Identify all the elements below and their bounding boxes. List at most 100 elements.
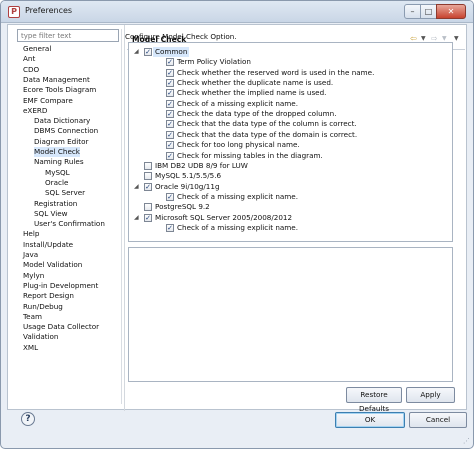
sidebar-item-dbms-connection[interactable]: DBMS Connection — [34, 126, 98, 136]
sidebar-item-mylyn[interactable]: Mylyn — [23, 271, 44, 281]
sidebar-item-sql-view[interactable]: SQL View — [34, 209, 68, 219]
sidebar-item-ant[interactable]: Ant — [23, 54, 35, 64]
sidebar-item-run-debug[interactable]: Run/Debug — [23, 302, 63, 312]
sidebar-item-validation[interactable]: Validation — [23, 332, 59, 342]
tree-checkbox[interactable]: ✓ — [166, 79, 174, 88]
pane-splitter[interactable] — [124, 25, 125, 411]
tree-row-label: Check whether the implied name is used. — [177, 88, 327, 98]
tree-row[interactable]: ◢ ✓ Common — [133, 47, 451, 57]
cancel-button[interactable]: Cancel — [409, 412, 467, 428]
sidebar-item-model-validation[interactable]: Model Validation — [23, 260, 82, 270]
sidebar-item-mysql[interactable]: MySQL — [45, 168, 70, 178]
tree-row-label: Check the data type of the dropped colum… — [177, 109, 337, 119]
sidebar-item-report-design[interactable]: Report Design — [23, 291, 74, 301]
tree-row[interactable]: IBM DB2 UDB 8/9 for LUW — [133, 161, 451, 171]
tree-row[interactable]: ✓ Check for too long physical name. — [133, 140, 451, 150]
sidebar-item-exerd[interactable]: eXERD — [23, 106, 47, 116]
sidebar-item-user-s-confirmation[interactable]: User's Confirmation — [34, 219, 105, 229]
sidebar-item-plug-in-development[interactable]: Plug-in Development — [23, 281, 98, 291]
model-check-tree[interactable]: ◢ ✓ Common ✓ Term Policy Violation ✓ Check whe… — [128, 42, 453, 242]
preferences-window: P Preferences – □ ✕ GeneralAntCDOData Ma… — [0, 0, 474, 449]
tree-row-label: Check of a missing explicit name. — [177, 191, 299, 201]
tree-checkbox[interactable]: ✓ — [166, 130, 174, 139]
tree-checkbox[interactable]: ✓ — [166, 151, 174, 160]
tree-row[interactable]: ✓ Term Policy Violation — [133, 57, 451, 67]
sidebar-item-cdo[interactable]: CDO — [23, 65, 39, 75]
sidebar-item-model-check[interactable]: Model Check — [34, 147, 80, 157]
tree-checkbox[interactable]: ✓ — [166, 192, 174, 201]
tree-checkbox[interactable]: ✓ — [166, 99, 174, 108]
tree-row[interactable]: ✓ Check that the data type of the column … — [133, 119, 451, 129]
tree-row-label: Microsoft SQL Server 2005/2008/2012 — [155, 212, 293, 222]
tree-row-label: Check of a missing explicit name. — [177, 222, 299, 232]
tree-checkbox[interactable] — [144, 161, 152, 170]
tree-row[interactable]: ✓ Check whether the duplicate name is use… — [133, 78, 451, 88]
sidebar-item-java[interactable]: Java — [23, 250, 38, 260]
minimize-button[interactable]: – — [404, 4, 421, 19]
tree-row-label: Term Policy Violation — [177, 57, 251, 67]
tree-row[interactable]: ◢ ✓ Microsoft SQL Server 2005/2008/2012 — [133, 213, 451, 223]
page-description: Configure Model Check Option. — [125, 32, 237, 41]
tree-row[interactable]: PostgreSQL 9.2 — [133, 202, 451, 212]
sidebar-item-naming-rules[interactable]: Naming Rules — [34, 157, 84, 167]
tree-checkbox[interactable]: ✓ — [166, 141, 174, 150]
tree-row-label: Common — [153, 47, 190, 57]
tree-checkbox[interactable]: ✓ — [166, 58, 174, 67]
resize-grip-icon[interactable]: ⋰ — [463, 437, 470, 445]
sidebar-scroll-track[interactable] — [121, 29, 122, 404]
tree-row[interactable]: ✓ Check the data type of the dropped colu… — [133, 109, 451, 119]
tree-row[interactable]: ✓ Check whether the reserved word is used… — [133, 68, 451, 78]
sidebar-item-data-management[interactable]: Data Management — [23, 75, 90, 85]
tree-row-label: Check for missing tables in the diagram. — [177, 150, 323, 160]
view-menu-icon[interactable]: ▼ — [454, 34, 459, 43]
tree-row[interactable]: ✓ Check of a missing explicit name. — [133, 192, 451, 202]
details-area — [128, 247, 453, 382]
tree-checkbox[interactable] — [144, 203, 152, 212]
tree-row-label: PostgreSQL 9.2 — [155, 202, 210, 212]
tree-row[interactable]: ◢ ✓ Oracle 9i/10g/11g — [133, 182, 451, 192]
tree-row[interactable]: ✓ Check whether the implied name is used. — [133, 88, 451, 98]
sidebar-item-data-dictionary[interactable]: Data Dictionary — [34, 116, 90, 126]
sidebar-item-team[interactable]: Team — [23, 312, 42, 322]
title-bar[interactable]: P Preferences – □ ✕ — [1, 1, 473, 23]
tree-row-label: Check that the data type of the domain i… — [177, 129, 358, 139]
sidebar-item-oracle[interactable]: Oracle — [45, 178, 68, 188]
window-title: Preferences — [25, 6, 73, 15]
sidebar-item-registration[interactable]: Registration — [34, 199, 77, 209]
expand-arrow-icon[interactable]: ◢ — [134, 213, 142, 223]
sidebar-item-ecore-tools-diagram[interactable]: Ecore Tools Diagram — [23, 85, 96, 95]
tree-row[interactable]: ✓ Check for missing tables in the diagram… — [133, 151, 451, 161]
sidebar-item-diagram-editor[interactable]: Diagram Editor — [34, 137, 88, 147]
tree-checkbox[interactable]: ✓ — [144, 182, 152, 191]
ok-button[interactable]: OK — [335, 412, 405, 428]
apply-button[interactable]: Apply — [406, 387, 455, 403]
expand-arrow-icon[interactable]: ◢ — [134, 47, 142, 57]
expand-arrow-icon[interactable]: ◢ — [134, 182, 142, 192]
sidebar-item-usage-data-collector[interactable]: Usage Data Collector — [23, 322, 99, 332]
sidebar-item-xml[interactable]: XML — [23, 343, 38, 353]
sidebar-item-emf-compare[interactable]: EMF Compare — [23, 96, 73, 106]
tree-row[interactable]: MySQL 5.1/5.5/5.6 — [133, 171, 451, 181]
tree-checkbox[interactable]: ✓ — [144, 213, 152, 222]
sidebar-item-general[interactable]: General — [23, 44, 51, 54]
restore-defaults-button[interactable]: Restore Defaults — [346, 387, 402, 413]
sidebar-item-install-update[interactable]: Install/Update — [23, 240, 73, 250]
tree-row[interactable]: ✓ Check of a missing explicit name. — [133, 223, 451, 233]
tree-row-label: IBM DB2 UDB 8/9 for LUW — [155, 160, 248, 170]
tree-row[interactable]: ✓ Check of a missing explicit name. — [133, 99, 451, 109]
tree-checkbox[interactable]: ✓ — [166, 68, 174, 77]
tree-row-label: Check that the data type of the column i… — [177, 119, 357, 129]
sidebar-item-sql-server[interactable]: SQL Server — [45, 188, 85, 198]
tree-checkbox[interactable]: ✓ — [166, 89, 174, 98]
close-window-button[interactable]: ✕ — [436, 4, 466, 19]
maximize-button[interactable]: □ — [420, 4, 437, 19]
help-icon[interactable]: ? — [21, 412, 35, 426]
tree-checkbox[interactable] — [144, 172, 152, 181]
sidebar-item-help[interactable]: Help — [23, 229, 39, 239]
tree-checkbox[interactable]: ✓ — [166, 120, 174, 129]
tree-row[interactable]: ✓ Check that the data type of the domain … — [133, 130, 451, 140]
filter-input[interactable] — [17, 29, 119, 42]
tree-checkbox[interactable]: ✓ — [166, 110, 174, 119]
tree-checkbox[interactable]: ✓ — [166, 223, 174, 232]
tree-checkbox[interactable]: ✓ — [144, 48, 152, 56]
